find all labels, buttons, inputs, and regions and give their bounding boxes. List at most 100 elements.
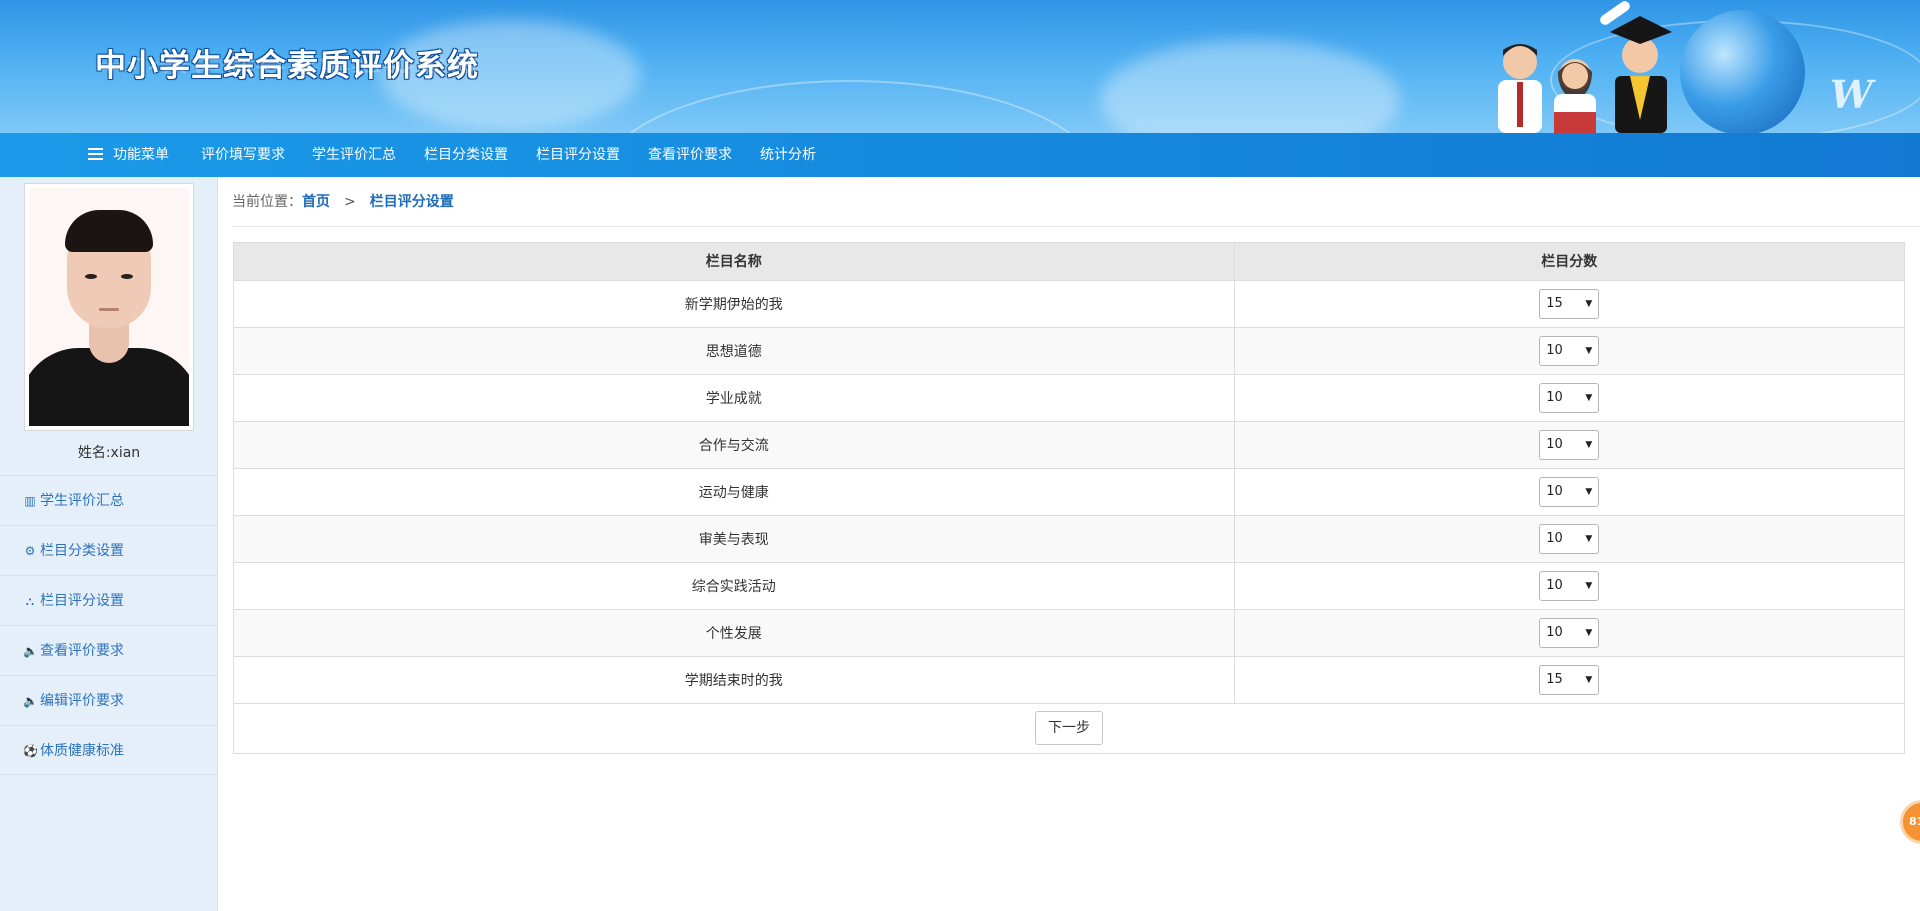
row-score-cell: 10 ▼	[1234, 374, 1904, 422]
score-select[interactable]: 15 ▼	[1539, 664, 1600, 695]
gear-icon: ⚙	[24, 544, 36, 558]
table-header-row: 栏目名称 栏目分数	[234, 243, 1904, 281]
table-footer-row: 下一步	[234, 703, 1904, 753]
sidebar-item-label: 体质健康标准	[40, 743, 124, 759]
top-nav: 功能菜单 评价填写要求 学生评价汇总 栏目分类设置 栏目评分设置 查看评价要求 …	[0, 133, 1920, 177]
row-score-cell: 10 ▼	[1234, 327, 1904, 375]
row-category-name: 运动与健康	[234, 468, 1235, 516]
score-value: 10	[1546, 342, 1563, 358]
nav-item-category-settings[interactable]: 栏目分类设置	[424, 133, 508, 177]
avatar	[24, 183, 194, 431]
score-select[interactable]: 15 ▼	[1539, 288, 1600, 319]
banner-arc	[600, 80, 1100, 133]
sidebar-item-label: 栏目分类设置	[40, 543, 124, 559]
row-score-cell: 10 ▼	[1234, 468, 1904, 516]
nav-item-score-settings[interactable]: 栏目评分设置	[536, 133, 620, 177]
score-select[interactable]: 10 ▼	[1539, 429, 1600, 460]
sidebar-item-category-settings[interactable]: ⚙ 栏目分类设置	[0, 525, 217, 575]
sitemap-icon: ⛬	[25, 594, 35, 608]
breadcrumb-label: 当前位置：	[232, 194, 302, 210]
score-select[interactable]: 10 ▼	[1539, 476, 1600, 507]
nav-item-statistics[interactable]: 统计分析	[760, 133, 816, 177]
sidebar-item-score-settings[interactable]: ⛬ 栏目评分设置	[0, 575, 217, 625]
column-header-score: 栏目分数	[1234, 243, 1904, 281]
score-value: 15	[1546, 671, 1563, 687]
caret-down-icon: ▼	[1585, 674, 1593, 685]
score-select[interactable]: 10 ▼	[1539, 570, 1600, 601]
next-step-button[interactable]: 下一步	[1035, 711, 1103, 746]
caret-down-icon: ▼	[1585, 580, 1593, 591]
volume-icon: 🔈	[23, 694, 38, 708]
table-row: 学期结束时的我 15 ▼	[234, 656, 1904, 704]
nav-function-menu-label: 功能菜单	[113, 147, 169, 163]
site-title-reflection: 中小学生综合素质评价系统	[95, 56, 479, 74]
sidebar-item-label: 编辑评价要求	[40, 693, 124, 709]
soccer-ball-icon: ⚽	[23, 744, 38, 758]
nav-item-fill-requirements[interactable]: 评价填写要求	[201, 133, 285, 177]
user-name: 姓名:xian	[77, 445, 141, 461]
score-select[interactable]: 10 ▼	[1539, 617, 1600, 648]
row-category-name: 思想道德	[234, 327, 1235, 375]
brand-logo: W	[1830, 72, 1873, 117]
table-row: 新学期伊始的我 15 ▼	[234, 280, 1904, 328]
nav-function-menu[interactable]: 功能菜单	[88, 133, 169, 177]
table-row: 运动与健康 10 ▼	[234, 468, 1904, 516]
breadcrumb-home-link[interactable]: 首页	[302, 194, 330, 210]
sidebar: 姓名:xian ▥ 学生评价汇总 ⚙ 栏目分类设置 ⛬ 栏目评分设置 🔈 查看评价要求 …	[0, 177, 218, 911]
score-settings-table: 栏目名称 栏目分数 新学期伊始的我 15 ▼ 思想道德 10 ▼ 学业成就 10 ▼ …	[233, 242, 1905, 754]
caret-down-icon: ▼	[1585, 392, 1593, 403]
row-score-cell: 10 ▼	[1234, 609, 1904, 657]
score-value: 10	[1546, 436, 1563, 452]
sidebar-item-label: 查看评价要求	[40, 643, 124, 659]
menu-list-icon	[88, 148, 103, 160]
sidebar-menu: ▥ 学生评价汇总 ⚙ 栏目分类设置 ⛬ 栏目评分设置 🔈 查看评价要求 🔈 编辑评价要求 …	[0, 475, 217, 775]
row-category-name: 合作与交流	[234, 421, 1235, 469]
header-banner: 中小学生综合素质评价系统 中小学生综合素质评价系统 W	[0, 0, 1920, 133]
row-category-name: 学期结束时的我	[234, 656, 1235, 704]
score-select[interactable]: 10 ▼	[1539, 382, 1600, 413]
score-value: 10	[1546, 530, 1563, 546]
table-row: 审美与表现 10 ▼	[234, 515, 1904, 563]
row-score-cell: 10 ▼	[1234, 421, 1904, 469]
bar-chart-icon: ▥	[24, 494, 36, 508]
breadcrumb: 当前位置：首页 > 栏目评分设置	[232, 177, 1920, 227]
score-value: 10	[1546, 577, 1563, 593]
caret-down-icon: ▼	[1585, 345, 1593, 356]
row-score-cell: 15 ▼	[1234, 280, 1904, 328]
globe-illustration	[1680, 10, 1805, 133]
table-row: 思想道德 10 ▼	[234, 327, 1904, 375]
table-row: 合作与交流 10 ▼	[234, 421, 1904, 469]
score-value: 10	[1546, 389, 1563, 405]
table-row: 个性发展 10 ▼	[234, 609, 1904, 657]
sidebar-item-label: 栏目评分设置	[40, 593, 124, 609]
sidebar-item-student-summary[interactable]: ▥ 学生评价汇总	[0, 475, 217, 525]
sidebar-item-view-requirements[interactable]: 🔈 查看评价要求	[0, 625, 217, 675]
user-photo	[29, 188, 189, 426]
score-value: 15	[1546, 295, 1563, 311]
sidebar-item-fitness-standards[interactable]: ⚽ 体质健康标准	[0, 725, 217, 775]
volume-icon: 🔈	[23, 644, 38, 658]
score-select[interactable]: 10 ▼	[1539, 335, 1600, 366]
floating-badge[interactable]: 81	[1900, 800, 1920, 844]
table-row: 学业成就 10 ▼	[234, 374, 1904, 422]
column-header-name: 栏目名称	[234, 243, 1235, 281]
row-category-name: 学业成就	[234, 374, 1235, 422]
score-select[interactable]: 10 ▼	[1539, 523, 1600, 554]
caret-down-icon: ▼	[1585, 627, 1593, 638]
caret-down-icon: ▼	[1585, 439, 1593, 450]
caret-down-icon: ▼	[1585, 298, 1593, 309]
sidebar-item-label: 学生评价汇总	[40, 493, 124, 509]
row-score-cell: 10 ▼	[1234, 515, 1904, 563]
banner-cloud	[1100, 40, 1400, 133]
row-category-name: 新学期伊始的我	[234, 280, 1235, 328]
table-row: 综合实践活动 10 ▼	[234, 562, 1904, 610]
nav-item-student-summary[interactable]: 学生评价汇总	[312, 133, 396, 177]
row-score-cell: 10 ▼	[1234, 562, 1904, 610]
row-category-name: 综合实践活动	[234, 562, 1235, 610]
nav-item-view-requirements[interactable]: 查看评价要求	[648, 133, 732, 177]
caret-down-icon: ▼	[1585, 486, 1593, 497]
row-score-cell: 15 ▼	[1234, 656, 1904, 704]
score-value: 10	[1546, 624, 1563, 640]
sidebar-item-edit-requirements[interactable]: 🔈 编辑评价要求	[0, 675, 217, 725]
row-category-name: 审美与表现	[234, 515, 1235, 563]
